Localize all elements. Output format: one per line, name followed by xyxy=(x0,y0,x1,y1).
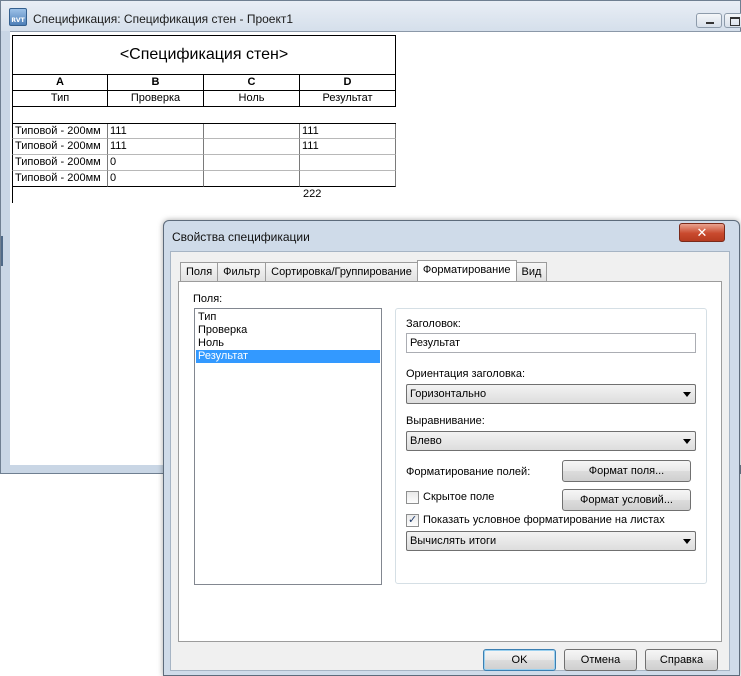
schedule-title[interactable]: <Спецификация стен> xyxy=(12,35,396,75)
maximize-button[interactable] xyxy=(724,13,741,28)
help-button[interactable]: Справка xyxy=(645,649,718,671)
tab-formatting[interactable]: Форматирование xyxy=(416,260,517,281)
tab-fields[interactable]: Поля xyxy=(180,262,219,281)
tab-appearance[interactable]: Вид xyxy=(515,262,548,281)
chevron-down-icon xyxy=(683,392,691,397)
list-item[interactable]: Ноль xyxy=(196,337,380,350)
alignment-value: Влево xyxy=(410,435,442,447)
table-cell[interactable]: 111 xyxy=(300,124,396,139)
column-letter-c[interactable]: C xyxy=(204,75,300,91)
field-formatting-label: Форматирование полей: xyxy=(406,466,531,478)
heading-label: Заголовок: xyxy=(406,318,461,330)
column-letter-a[interactable]: A xyxy=(12,75,108,91)
tab-filter[interactable]: Фильтр xyxy=(217,262,267,281)
tab-sorting-grouping[interactable]: Сортировка/Группирование xyxy=(265,262,418,281)
field-format-group: Заголовок: Результат Ориентация заголовк… xyxy=(395,308,707,584)
orientation-select[interactable]: Горизонтально xyxy=(406,384,696,404)
field-format-button[interactable]: Формат поля... xyxy=(562,460,691,482)
table-cell[interactable] xyxy=(204,124,300,139)
table-row[interactable]: Типовой - 200мм 111 111 xyxy=(12,123,396,139)
table-cell[interactable] xyxy=(204,139,300,155)
fields-listbox[interactable]: Тип Проверка Ноль Результат xyxy=(194,308,382,585)
table-cell[interactable]: 111 xyxy=(300,139,396,155)
window-title: Спецификация: Спецификация стен - Проект… xyxy=(33,12,294,26)
dialog-title: Свойства спецификации xyxy=(172,230,310,244)
column-header-zero[interactable]: Ноль xyxy=(204,91,300,107)
schedule-table: <Спецификация стен> A B C D Тип Проверка… xyxy=(12,35,396,203)
column-header-type[interactable]: Тип xyxy=(12,91,108,107)
table-cell[interactable] xyxy=(300,171,396,187)
schedule-properties-dialog: Свойства спецификации ✕ Поля Фильтр Сорт… xyxy=(163,220,740,676)
alignment-label: Выравнивание: xyxy=(406,415,485,427)
table-cell[interactable] xyxy=(300,155,396,171)
column-letter-d[interactable]: D xyxy=(300,75,396,91)
chevron-down-icon xyxy=(683,439,691,444)
column-letter-row: A B C D xyxy=(12,75,396,91)
column-letter-b[interactable]: B xyxy=(108,75,204,91)
table-cell[interactable]: 111 xyxy=(108,139,204,155)
revit-app-icon: RVT xyxy=(9,8,27,26)
list-item[interactable]: Проверка xyxy=(196,324,380,337)
alignment-select[interactable]: Влево xyxy=(406,431,696,451)
tab-strip: Поля Фильтр Сортировка/Группирование Фор… xyxy=(180,260,548,281)
totals-row: 222 xyxy=(12,187,396,203)
table-row[interactable]: Типовой - 200мм 0 xyxy=(12,155,396,171)
table-row[interactable]: Типовой - 200мм 0 xyxy=(12,171,396,187)
fields-list-label: Поля: xyxy=(193,293,223,305)
list-item-selected[interactable]: Результат xyxy=(196,350,380,363)
table-row[interactable]: Типовой - 200мм 111 111 xyxy=(12,139,396,155)
grand-total-value: 222 xyxy=(303,188,322,200)
table-cell[interactable]: Типовой - 200мм xyxy=(12,155,108,171)
cancel-button[interactable]: Отмена xyxy=(564,649,637,671)
totals-value: Вычислять итоги xyxy=(410,535,497,547)
column-header-check[interactable]: Проверка xyxy=(108,91,204,107)
hidden-field-label[interactable]: Скрытое поле xyxy=(423,491,494,503)
table-cell[interactable] xyxy=(204,171,300,187)
heading-input[interactable]: Результат xyxy=(406,333,696,353)
column-header-result[interactable]: Результат xyxy=(300,91,396,107)
table-cell[interactable]: 0 xyxy=(108,171,204,187)
column-header-row: Тип Проверка Ноль Результат xyxy=(12,91,396,107)
schedule-window-titlebar[interactable]: RVT Спецификация: Спецификация стен - Пр… xyxy=(1,1,741,31)
table-cell[interactable]: Типовой - 200мм xyxy=(12,124,108,139)
table-cell[interactable] xyxy=(204,155,300,171)
list-item[interactable]: Тип xyxy=(196,311,380,324)
orientation-value: Горизонтально xyxy=(410,388,487,400)
minimize-button[interactable] xyxy=(696,13,722,28)
table-cell[interactable]: Типовой - 200мм xyxy=(12,171,108,187)
hidden-field-checkbox[interactable] xyxy=(406,491,419,504)
orientation-label: Ориентация заголовка: xyxy=(406,368,526,380)
table-cell[interactable]: 0 xyxy=(108,155,204,171)
ok-button[interactable]: OK xyxy=(483,649,556,671)
table-cell[interactable]: 111 xyxy=(108,124,204,139)
conditional-format-button[interactable]: Формат условий... xyxy=(562,489,691,511)
dialog-body: Поля Фильтр Сортировка/Группирование Фор… xyxy=(170,251,730,671)
blank-row xyxy=(12,107,396,123)
close-icon[interactable]: ✕ xyxy=(679,223,725,242)
show-conditional-format-checkbox[interactable] xyxy=(406,513,419,527)
formatting-panel: Поля: Тип Проверка Ноль Результат Заголо… xyxy=(178,281,722,642)
chevron-down-icon xyxy=(683,539,691,544)
show-conditional-format-label[interactable]: Показать условное форматирование на лист… xyxy=(423,514,665,526)
left-edge-divider xyxy=(1,236,3,266)
table-cell[interactable]: Типовой - 200мм xyxy=(12,139,108,155)
totals-select[interactable]: Вычислять итоги xyxy=(406,531,696,551)
